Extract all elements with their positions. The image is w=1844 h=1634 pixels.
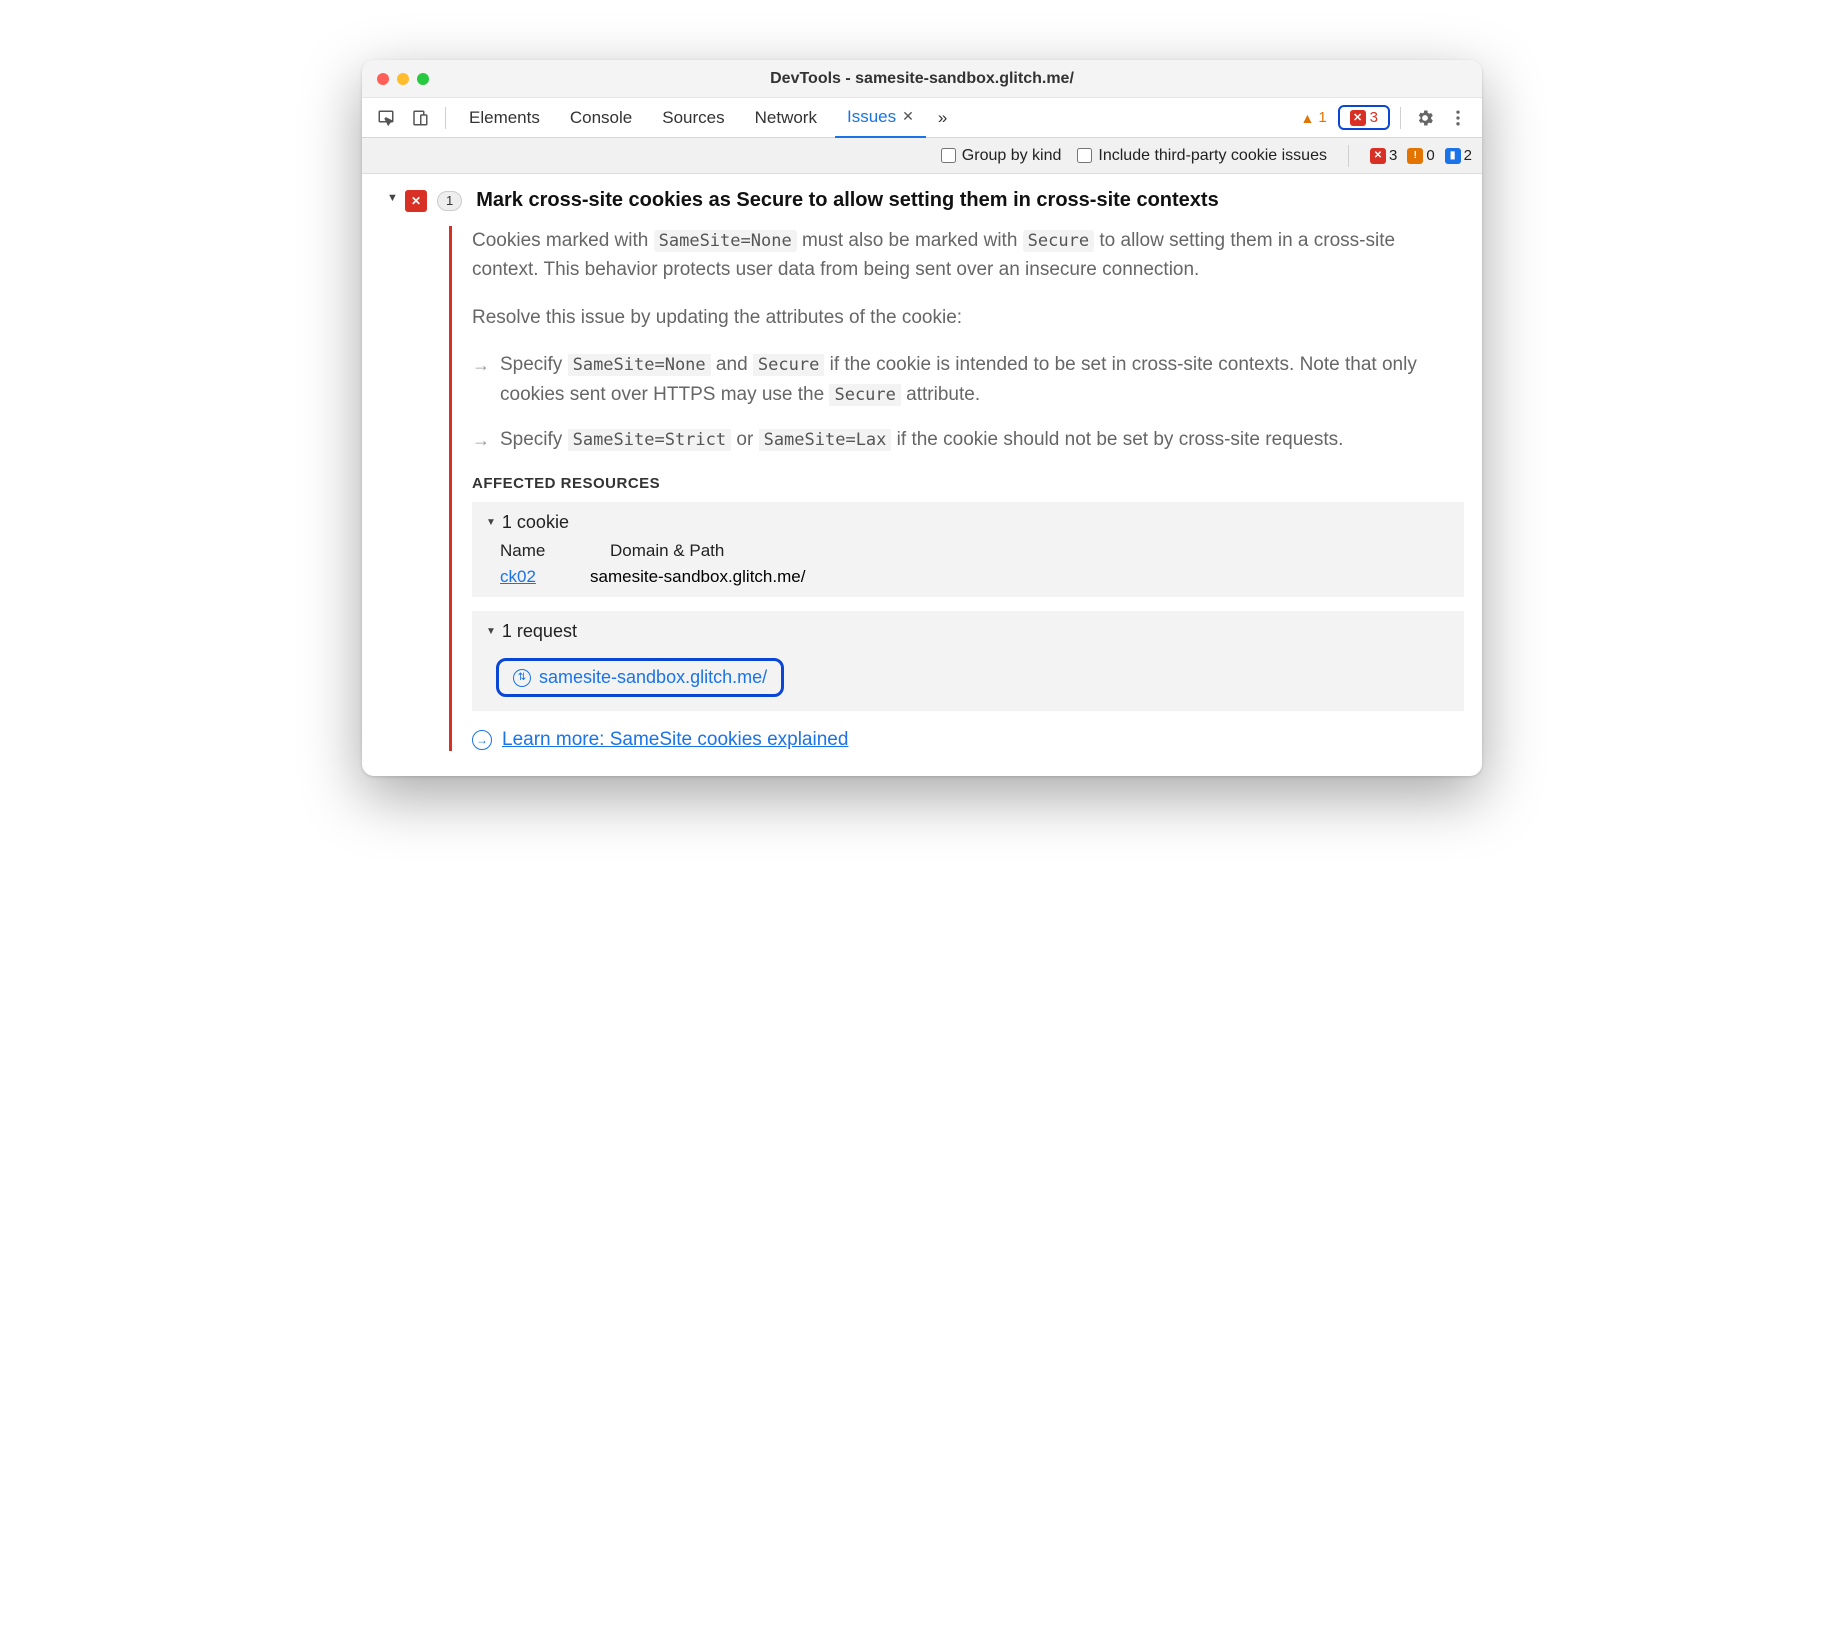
titlebar: DevTools - samesite-sandbox.glitch.me/ — [362, 60, 1482, 98]
issue-counts: ✕3 !0 ▮2 — [1370, 147, 1472, 164]
learn-more-icon: → — [472, 730, 492, 750]
resolve-hint: Resolve this issue by updating the attri… — [472, 303, 1464, 332]
collapse-icon[interactable]: ▼ — [387, 192, 398, 204]
separator — [1400, 107, 1401, 129]
table-header: Name Domain & Path — [500, 541, 1450, 561]
cookies-toggle[interactable]: ▼ 1 cookie — [486, 512, 1450, 533]
separator — [445, 107, 446, 129]
issue-header[interactable]: 1 Mark cross-site cookies as Secure to a… — [437, 189, 1464, 212]
resolve-step-2: → Specify SameSite=Strict or SameSite=La… — [472, 425, 1464, 455]
error-icon: ✕ — [1370, 148, 1386, 164]
window-title: DevTools - samesite-sandbox.glitch.me/ — [770, 70, 1074, 88]
device-toolbar-icon[interactable] — [406, 104, 434, 132]
errors-badge[interactable]: ✕ 3 — [1344, 107, 1384, 128]
minimize-window-icon[interactable] — [397, 73, 409, 85]
issue-severity-icon: ✕ — [405, 190, 427, 751]
severity-bar — [449, 226, 452, 751]
warning-icon: ▲ — [1300, 110, 1314, 126]
close-tab-icon[interactable]: ✕ — [902, 108, 914, 125]
tab-issues[interactable]: Issues ✕ — [835, 98, 926, 138]
more-menu-icon[interactable] — [1444, 104, 1472, 132]
affected-requests-section: ▼ 1 request ⇅ samesite-sandbox.glitch.me… — [472, 611, 1464, 711]
affected-resources-title: AFFECTED RESOURCES — [472, 475, 1464, 492]
devtools-window: DevTools - samesite-sandbox.glitch.me/ E… — [362, 60, 1482, 776]
main-toolbar: Elements Console Sources Network Issues … — [362, 98, 1482, 138]
inspect-element-icon[interactable] — [372, 104, 400, 132]
learn-more-link[interactable]: Learn more: SameSite cookies explained — [502, 729, 848, 751]
error-bubble-icon: ✕ — [405, 190, 427, 212]
error-count[interactable]: ✕3 — [1370, 147, 1397, 164]
requests-toggle[interactable]: ▼ 1 request — [486, 621, 1450, 642]
info-count[interactable]: ▮2 — [1445, 147, 1472, 164]
chevron-down-icon: ▼ — [486, 626, 496, 637]
issue-content: 1 Mark cross-site cookies as Secure to a… — [437, 189, 1464, 751]
request-url: samesite-sandbox.glitch.me/ — [539, 667, 767, 688]
group-by-kind-checkbox[interactable]: Group by kind — [941, 147, 1062, 165]
arrow-icon: → — [472, 350, 490, 409]
third-party-checkbox[interactable]: Include third-party cookie issues — [1077, 147, 1327, 165]
cookies-table: Name Domain & Path ck02 samesite-sandbox… — [500, 541, 1450, 587]
warning-count[interactable]: !0 — [1407, 147, 1434, 164]
issue-title: Mark cross-site cookies as Secure to all… — [476, 189, 1218, 212]
issues-subtoolbar: Group by kind Include third-party cookie… — [362, 138, 1482, 174]
warnings-badge[interactable]: ▲ 1 — [1294, 107, 1332, 128]
maximize-window-icon[interactable] — [417, 73, 429, 85]
settings-icon[interactable] — [1411, 104, 1439, 132]
tab-sources[interactable]: Sources — [650, 98, 736, 138]
separator — [1348, 145, 1349, 167]
issue-gutter: ▼ — [380, 189, 405, 751]
tab-console[interactable]: Console — [558, 98, 644, 138]
issue-description: Cookies marked with SameSite=None must a… — [472, 226, 1464, 285]
arrow-icon: → — [472, 425, 490, 455]
toolbar-left: Elements Console Sources Network Issues … — [372, 98, 953, 138]
resolve-step-1: → Specify SameSite=None and Secure if th… — [472, 350, 1464, 409]
close-window-icon[interactable] — [377, 73, 389, 85]
table-row: ck02 samesite-sandbox.glitch.me/ — [500, 567, 1450, 587]
issue-count-pill: 1 — [437, 191, 462, 211]
issues-panel: ▼ ✕ 1 Mark cross-site cookies as Secure … — [362, 174, 1482, 776]
toolbar-right: ▲ 1 ✕ 3 — [1294, 104, 1472, 132]
error-icon: ✕ — [1350, 110, 1366, 126]
affected-cookies-section: ▼ 1 cookie Name Domain & Path ck02 sames… — [472, 502, 1464, 597]
cookie-domain: samesite-sandbox.glitch.me/ — [590, 567, 805, 587]
warning-icon: ! — [1407, 148, 1423, 164]
cookie-name-link[interactable]: ck02 — [500, 567, 560, 587]
request-icon: ⇅ — [513, 669, 531, 687]
traffic-lights — [377, 73, 429, 85]
chevron-down-icon: ▼ — [486, 517, 496, 528]
request-link-highlight[interactable]: ⇅ samesite-sandbox.glitch.me/ — [496, 658, 784, 697]
info-icon: ▮ — [1445, 148, 1461, 164]
learn-more: → Learn more: SameSite cookies explained — [472, 729, 1464, 751]
errors-badge-highlight: ✕ 3 — [1338, 105, 1390, 130]
tab-elements[interactable]: Elements — [457, 98, 552, 138]
more-tabs-icon[interactable]: » — [932, 98, 953, 138]
tab-network[interactable]: Network — [743, 98, 829, 138]
